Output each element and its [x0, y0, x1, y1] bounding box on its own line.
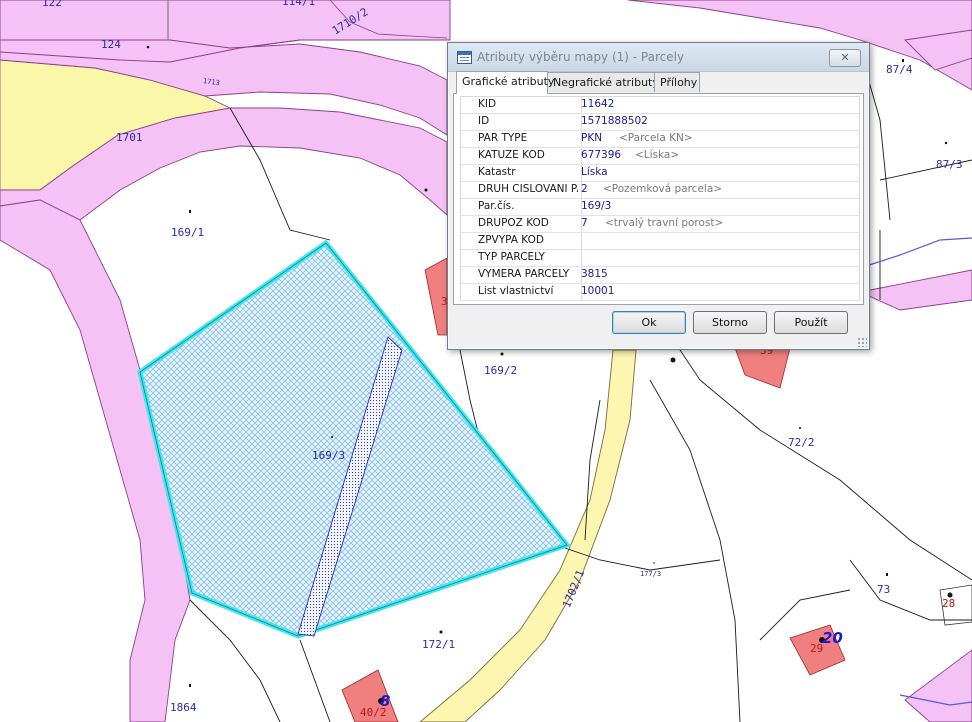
attribute-description: <trvalý travní porost> — [605, 217, 724, 229]
attribute-key: KATUZE KOD — [478, 149, 545, 161]
attribute-value: 1571888502 — [581, 115, 648, 127]
attribute-row-vymera-parcely[interactable]: VYMERA PARCELY 3815 — [461, 267, 859, 284]
attributes-grid[interactable]: KID 11642 ID 1571888502 PAR TYPE PKN <Pa… — [460, 96, 860, 301]
attribute-key: DRUPOZ KOD — [478, 217, 549, 229]
parcel-label: 122 — [42, 0, 62, 9]
house-number: 20 — [822, 629, 843, 647]
parcel-label: 1701 — [116, 131, 143, 144]
attribute-row-par-cis[interactable]: Par.čís. 169/3 — [461, 199, 859, 216]
attribute-row-id[interactable]: ID 1571888502 — [461, 114, 859, 131]
attribute-key: ID — [478, 115, 490, 127]
resize-grip[interactable] — [857, 337, 867, 347]
attribute-key: TYP PARCELY — [478, 251, 545, 263]
attributes-panel: KID 11642 ID 1571888502 PAR TYPE PKN <Pa… — [453, 93, 864, 305]
attribute-description: <Líska> — [635, 149, 680, 161]
building-number: 28 — [942, 597, 955, 610]
parcel-label: 87/4 — [886, 63, 913, 76]
parcel-label: 124 — [101, 38, 121, 51]
attributes-dialog: Atributy výběru mapy (1) - Parcely ✕ Gra… — [447, 42, 870, 350]
attribute-row-typ-parcely[interactable]: TYP PARCELY — [461, 250, 859, 267]
attribute-row-drupoz-kod[interactable]: DRUPOZ KOD 7 <trvalý travní porost> — [461, 216, 859, 233]
parcel-label: 114/1 — [282, 0, 315, 8]
window-icon — [457, 51, 472, 64]
attribute-key: VYMERA PARCELY — [478, 268, 570, 280]
attribute-value: 7 — [581, 217, 588, 229]
dialog-title: Atributy výběru mapy (1) - Parcely — [477, 50, 685, 64]
parcel-label: 169/3 — [312, 449, 345, 462]
attribute-value: PKN — [581, 132, 603, 144]
attribute-key: Par.čís. — [478, 200, 515, 212]
attribute-row-par-type[interactable]: PAR TYPE PKN <Parcela KN> — [461, 131, 859, 148]
cancel-button[interactable]: Storno — [693, 311, 767, 334]
attribute-row-kid[interactable]: KID 11642 — [461, 97, 859, 114]
parcel-label: 172/1 — [422, 638, 455, 651]
attribute-row-zpvypa-kod[interactable]: ZPVYPA KOD — [461, 233, 859, 250]
attribute-value: 2 — [581, 183, 588, 195]
building-number: 40/2 — [360, 706, 387, 719]
attribute-row-druh-cislovani[interactable]: DRUH CISLOVANI PA 2 <Pozemková parcela> — [461, 182, 859, 199]
attribute-value: Líska — [581, 166, 608, 178]
tab-attachments[interactable]: Přílohy — [654, 72, 700, 92]
attribute-row-katastr[interactable]: Katastr Líska — [461, 165, 859, 182]
attribute-key: Katastr — [478, 166, 516, 178]
close-button[interactable]: ✕ — [829, 49, 861, 67]
attribute-key: KID — [478, 98, 497, 110]
stream-line — [859, 237, 972, 269]
parcel-label: 177/3 — [640, 570, 661, 578]
parcel-label: 87/3 — [936, 158, 963, 171]
attribute-value: 10001 — [581, 285, 615, 297]
tab-graphic-attributes[interactable]: Grafické atributy — [456, 71, 554, 94]
parcel-label: 169/1 — [171, 226, 204, 239]
attribute-key: ZPVYPA KOD — [478, 234, 544, 246]
attribute-value: 677396 — [581, 149, 622, 161]
parcel-label: 169/2 — [484, 364, 517, 377]
parcel-label: 73 — [877, 583, 890, 596]
attribute-value: 169/3 — [581, 200, 612, 212]
tab-nongraphic-attributes[interactable]: Negrafické atributy — [547, 72, 659, 92]
attribute-description: <Pozemková parcela> — [603, 183, 723, 195]
attribute-row-list-vlastnictvi[interactable]: List vlastnictví 10001 — [461, 284, 859, 301]
ok-button[interactable]: Ok — [612, 311, 686, 334]
parcel-label: 72/2 — [788, 436, 815, 449]
attribute-description: <Parcela KN> — [619, 132, 693, 144]
attribute-row-katuze-kod[interactable]: KATUZE KOD 677396 <Líska> — [461, 148, 859, 165]
attribute-key: List vlastnictví — [478, 285, 554, 297]
apply-button[interactable]: Použít — [774, 311, 848, 334]
attribute-value: 3815 — [581, 268, 608, 280]
dialog-titlebar[interactable]: Atributy výběru mapy (1) - Parcely ✕ — [448, 43, 869, 72]
close-icon: ✕ — [840, 51, 850, 64]
building-number: 29 — [810, 642, 823, 655]
attribute-key: DRUH CISLOVANI PA — [478, 183, 578, 195]
attribute-value: 11642 — [581, 98, 615, 110]
attribute-key: PAR TYPE — [478, 132, 528, 144]
parcel-label: 1864 — [170, 701, 197, 714]
